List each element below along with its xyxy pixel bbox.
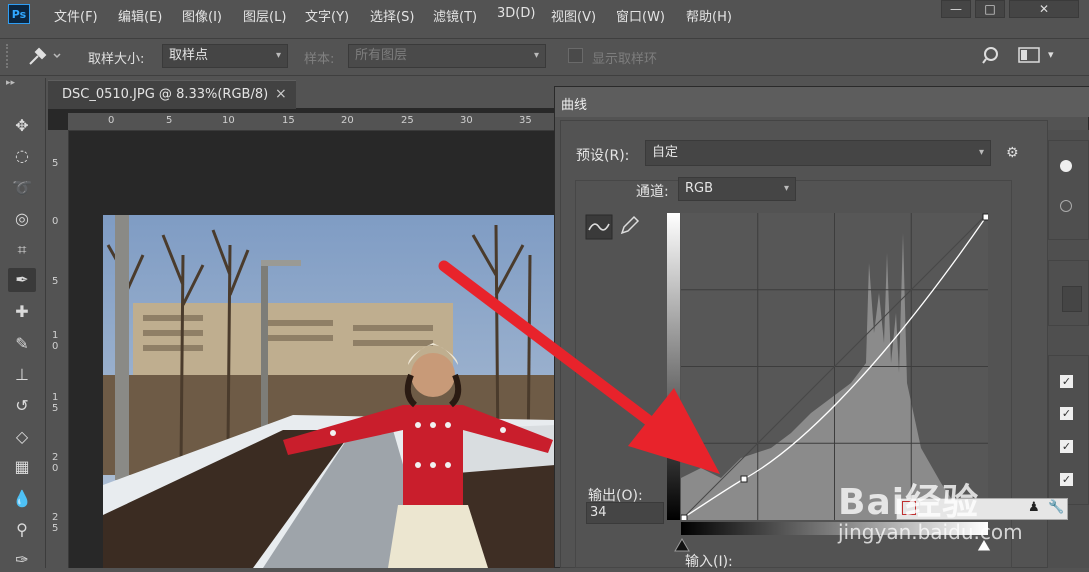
ruler-label: 10 (222, 115, 235, 126)
curves-dialog-titlebar[interactable]: 曲线 (555, 87, 1089, 117)
ruler-label: 1 0 (52, 330, 59, 352)
minimize-button[interactable]: — (941, 0, 971, 18)
radio-button[interactable] (1060, 160, 1072, 172)
eraser-tool-icon[interactable]: ◇ (8, 425, 36, 449)
document-tab-title: DSC_0510.JPG @ 8.33%(RGB/8) (62, 87, 269, 102)
move-tool-icon[interactable]: ✥ (8, 114, 36, 138)
ruler-label: 5 (166, 115, 173, 126)
preset-label: 预设(R): (576, 148, 630, 164)
checkbox[interactable]: ✓ (1060, 473, 1073, 486)
eyedropper-tool-icon[interactable]: ✒ (8, 268, 36, 292)
ruler-vertical: 5 0 5 1 0 1 5 2 0 2 5 (48, 130, 69, 568)
channel-label: 通道: (636, 184, 669, 200)
checkbox[interactable]: ✓ (1060, 407, 1073, 420)
button-group (1048, 140, 1089, 240)
blur-tool-icon[interactable]: 💧 (8, 487, 36, 511)
ruler-label: 2 0 (52, 452, 59, 474)
eyedropper-tool-preset-icon[interactable] (26, 44, 62, 68)
healing-brush-tool-icon[interactable]: ✚ (8, 300, 36, 324)
quick-selection-tool-icon[interactable]: ◎ (8, 207, 36, 231)
restore-button[interactable]: □ (975, 0, 1005, 18)
show-ring-label: 显示取样环 (592, 52, 658, 67)
sample-size-value: 取样点 (169, 48, 209, 63)
show-ring-checkbox[interactable] (568, 48, 583, 63)
clone-stamp-tool-icon[interactable]: ⊥ (8, 363, 36, 387)
ruler-label: 5 (52, 158, 59, 169)
document-tab[interactable]: DSC_0510.JPG @ 8.33%(RGB/8) × (48, 80, 296, 109)
channel-dropdown[interactable]: RGB ▾ (678, 177, 796, 201)
close-tab-icon[interactable]: × (275, 86, 287, 102)
photoshop-logo-icon: Ps (8, 4, 30, 24)
menu-file[interactable]: 文件(F) (54, 6, 98, 25)
red-arrow-annotation (438, 260, 720, 474)
ruler-label: 5 (52, 276, 59, 287)
person-icon[interactable]: ♟ (1028, 500, 1040, 515)
sample-dropdown[interactable]: 所有图层 ▾ (348, 44, 546, 68)
menu-window[interactable]: 窗口(W) (616, 6, 665, 25)
menu-image[interactable]: 图像(I) (182, 6, 222, 25)
lasso-tool-icon[interactable]: ➰ (8, 176, 36, 200)
channel-value: RGB (685, 181, 714, 196)
ruler-label: 25 (401, 115, 414, 126)
pen-tool-icon[interactable]: ✑ (8, 548, 36, 572)
ruler-label: 2 5 (52, 512, 59, 534)
chevron-down-icon[interactable]: ▾ (1048, 48, 1054, 61)
ruler-label: 30 (460, 115, 473, 126)
chevron-down-icon: ▾ (978, 147, 984, 158)
display-dropdown[interactable] (1062, 286, 1082, 312)
pencil-draw-icon[interactable] (617, 214, 641, 238)
close-button[interactable]: ✕ (1009, 0, 1079, 18)
checkbox[interactable]: ✓ (1060, 375, 1073, 388)
checkbox[interactable]: ✓ (1060, 440, 1073, 453)
sample-label: 样本: (304, 52, 335, 67)
menu-bar (0, 0, 1089, 30)
dodge-tool-icon[interactable]: ⚲ (8, 518, 36, 542)
input-label: 输入(I): (685, 554, 733, 570)
radio-button[interactable] (1060, 200, 1072, 212)
chevron-down-icon: ▾ (275, 50, 281, 61)
history-brush-tool-icon[interactable]: ↺ (8, 394, 36, 418)
options-grip (6, 44, 14, 68)
curves-dialog-title: 曲线 (561, 98, 588, 113)
ruler-label: 20 (341, 115, 354, 126)
ruler-label: 0 (108, 115, 115, 126)
menu-filter[interactable]: 滤镜(T) (433, 6, 477, 25)
preset-value: 自定 (652, 145, 679, 160)
menu-select[interactable]: 选择(S) (370, 6, 414, 25)
ruler-label: 1 5 (52, 392, 59, 414)
ruler-label: 35 (519, 115, 532, 126)
black-point-slider[interactable] (674, 538, 690, 552)
menu-help[interactable]: 帮助(H) (686, 6, 732, 25)
ruler-horizontal: 0 5 10 15 20 25 30 35 (68, 113, 558, 131)
sample-size-dropdown[interactable]: 取样点 ▾ (162, 44, 288, 68)
sample-value: 所有图层 (355, 48, 408, 63)
menu-view[interactable]: 视图(V) (551, 6, 596, 25)
wrench-icon[interactable]: 🔧 (1048, 500, 1064, 515)
gear-icon[interactable]: ⚙ (1006, 145, 1019, 161)
chevron-down-icon: ▾ (533, 50, 539, 61)
menu-3d[interactable]: 3D(D) (497, 6, 535, 21)
chevron-down-icon: ▾ (783, 183, 789, 194)
ruler-label: 0 (52, 216, 59, 227)
workspace-icon[interactable] (1018, 46, 1040, 64)
collapse-panel-icon[interactable]: ▸▸ (6, 78, 15, 88)
output-value-input[interactable]: 34 (586, 502, 664, 524)
brush-tool-icon[interactable]: ✎ (8, 332, 36, 356)
baidu-watermark: Bai经验 (838, 482, 980, 523)
sample-size-label: 取样大小: (88, 52, 145, 67)
watermark-url: jingyan.baidu.com (838, 520, 1023, 544)
menu-edit[interactable]: 编辑(E) (118, 6, 162, 25)
menu-layer[interactable]: 图层(L) (243, 6, 286, 25)
menu-type[interactable]: 文字(Y) (305, 6, 349, 25)
gradient-tool-icon[interactable]: ▦ (8, 455, 36, 479)
search-icon[interactable] (982, 46, 1002, 66)
crop-tool-icon[interactable]: ⌗ (8, 238, 36, 262)
curve-edit-points-icon[interactable] (585, 214, 613, 240)
marquee-tool-icon[interactable]: ◌ (8, 144, 36, 168)
preset-dropdown[interactable]: 自定 ▾ (645, 140, 991, 166)
ruler-label: 15 (282, 115, 295, 126)
